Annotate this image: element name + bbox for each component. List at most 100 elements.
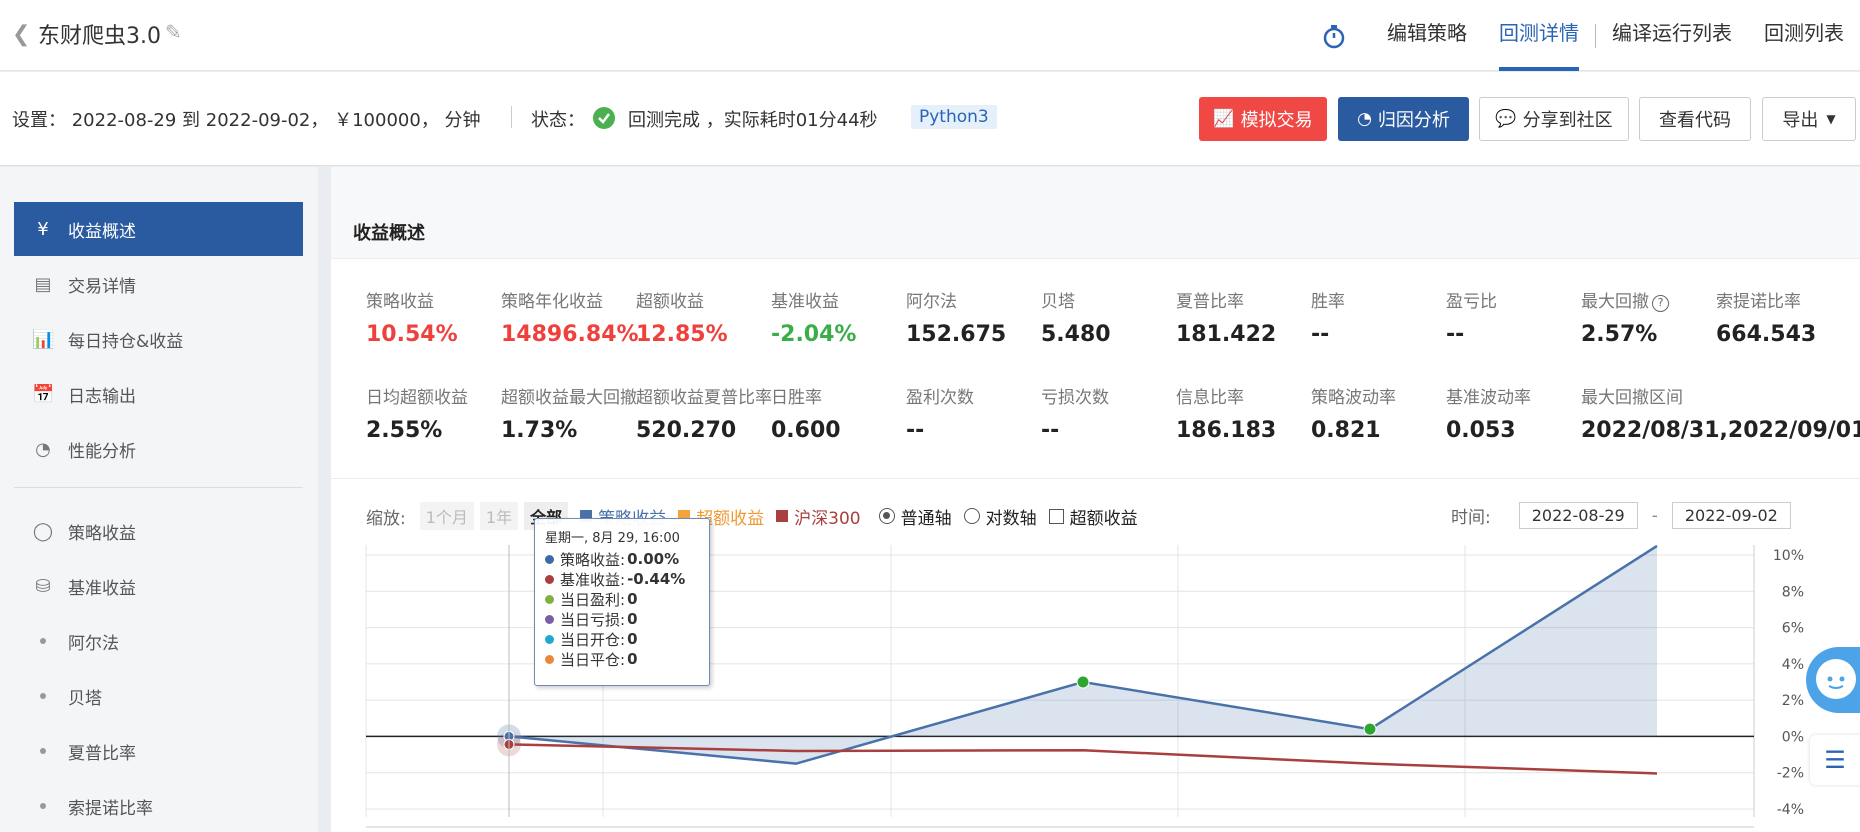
tooltip-row: 当日开仓: 0 [545,629,699,649]
edit-icon[interactable]: ✎ [165,20,182,44]
normal-axis-radio[interactable] [878,508,895,524]
sidebar-item-performance[interactable]: ◔ 性能分析 [14,422,303,476]
legend-csi300[interactable]: 沪深300 [776,504,861,529]
tooltip-dot [545,554,554,564]
metrics-divider [331,478,1860,479]
log-axis-radio[interactable] [963,508,980,524]
metric-label: 基准波动率 [1446,388,1531,408]
bar-chart-icon: 📈 [1213,109,1235,129]
metric-label: 超额收益最大回撤 [501,388,637,408]
simulate-trade-button[interactable]: 📈 模拟交易 [1199,97,1327,141]
back-icon[interactable]: ❮ [12,22,30,47]
sidebar-item-strategy-return[interactable]: ◯ 策略收益 [14,504,303,558]
tooltip-label: 基准收益: [560,570,626,589]
metric-info-ratio: 信息比率 186.183 [1176,383,1311,443]
help-icon[interactable]: ? [1652,295,1669,312]
sidebar-item-label: 策略收益 [68,523,136,544]
y-tick-label: 10% [1773,548,1804,564]
metric-excess-return: 超额收益 12.85% [636,287,771,347]
metric-label: 日均超额收益 [366,388,468,408]
export-button[interactable]: 导出 ▼ [1762,97,1856,141]
timer-icon[interactable] [1321,23,1347,49]
metric-value: -2.04% [771,322,857,347]
metric-benchmark-volatility: 基准波动率 0.053 [1446,383,1581,443]
metric-label: 策略年化收益 [501,292,603,312]
pie-chart-icon: ◔ [1357,109,1372,129]
benchmark-line [508,743,1658,775]
view-code-button[interactable]: 查看代码 [1639,97,1751,141]
sidebar-item-label: 性能分析 [68,441,136,462]
sidebar-item-benchmark-return[interactable]: ⛁ 基准收益 [14,559,303,613]
lightbulb-icon: ◯ [32,520,54,542]
metric-sharpe: 夏普比率 181.422 [1176,287,1311,347]
sidebar-item-daily-position[interactable]: 📊 每日持仓&收益 [14,312,303,366]
metric-value: -- [1311,322,1330,347]
sidebar-item-sortino[interactable]: 索提诺比率 [14,779,303,832]
sidebar-item-trade-detail[interactable]: ▤ 交易详情 [14,257,303,311]
metric-value: 2.55% [366,418,443,443]
metric-label: 信息比率 [1176,388,1244,408]
chart-controls: 缩放: 1个月 1年 全部 策略收益 超额收益 沪深300 普通轴 对数轴 超额… [366,502,1138,530]
tooltip-row: 当日盈利: 0 [545,589,699,609]
tab-backtest-list[interactable]: 回测列表 [1748,0,1860,71]
metric-label: 索提诺比率 [1716,292,1801,312]
excess-return-checkbox[interactable] [1048,508,1064,524]
settings-bar: 设置： 2022-08-29 到 2022-09-02， ￥100000， 分钟… [0,72,1860,166]
metric-win-rate: 胜率 -- [1311,287,1446,347]
status-text: 回测完成 ，实际耗时01分44秒 [628,110,878,131]
tooltip-dot [545,634,554,644]
zoom-1y-button[interactable]: 1年 [479,502,519,530]
y-tick-label: 2% [1782,693,1804,709]
sidebar-item-label: 贝塔 [68,688,102,709]
metric-strategy-return: 策略收益 10.54% [366,287,501,347]
metric-label: 基准收益 [771,292,839,312]
bullet-icon [40,748,46,754]
attribution-label: 归因分析 [1377,110,1450,131]
zoom-1m-button[interactable]: 1个月 [419,502,474,530]
log-axis-label: 对数轴 [985,508,1037,529]
tab-backtest-detail[interactable]: 回测详情 [1483,0,1595,71]
metric-value: 0.053 [1446,418,1516,443]
start-date-input[interactable]: 2022-08-29 [1518,502,1638,529]
tooltip-dot [545,654,554,664]
tab-compile-list[interactable]: 编译运行列表 [1596,0,1748,71]
tooltip-label: 当日开仓: [560,630,626,649]
excess-return-label: 超额收益 [1069,508,1138,529]
header-nav: 编辑策略 回测详情 编译运行列表 回测列表 [1321,0,1860,71]
tooltip-row: 策略收益: 0.00% [545,549,699,569]
share-label: 分享到社区 [1522,110,1613,131]
strategy-title: 东财爬虫3.0 [38,24,161,49]
check-circle-icon [593,107,615,129]
metric-value: -- [906,418,925,443]
sidebar-item-alpha[interactable]: 阿尔法 [14,614,303,668]
list-icon[interactable]: ☰ [1810,735,1860,785]
tooltip-header: 星期一, 8月 29, 16:00 [545,531,680,546]
chart-tooltip: 星期一, 8月 29, 16:00 策略收益: 0.00% 基准收益: -0.44% 当… [534,518,710,686]
date-separator: - [1651,505,1658,526]
metric-label: 策略收益 [366,292,434,312]
attribution-button[interactable]: ◔ 归因分析 [1338,97,1469,141]
share-button[interactable]: 💬 分享到社区 [1479,97,1629,141]
metric-label-text: 最大回撤 [1581,292,1649,312]
sidebar-item-label: 日志输出 [68,386,136,407]
sidebar-item-label: 每日持仓&收益 [68,331,184,352]
settings-summary: 设置： 2022-08-29 到 2022-09-02， ￥100000， 分钟 [12,110,481,131]
sidebar-item-sharpe[interactable]: 夏普比率 [14,724,303,778]
metric-excess-max-drawdown: 超额收益最大回撤 1.73% [501,383,637,443]
caret-down-icon: ▼ [1826,112,1836,126]
metric-label: 亏损次数 [1041,388,1109,408]
panel-header: 收益概述 [331,167,1860,259]
trend-chart-icon: 📊 [32,328,55,350]
sidebar-item-overview[interactable]: ¥ 收益概述 [14,202,303,256]
end-date-input[interactable]: 2022-09-02 [1671,502,1791,529]
metric-value: 186.183 [1176,418,1277,443]
sidebar-item-beta[interactable]: 贝塔 [14,669,303,723]
sidebar-item-log[interactable]: 📅 日志输出 [14,367,303,421]
metric-value: 0.821 [1311,418,1381,443]
export-label: 导出 [1782,110,1819,131]
simulate-trade-label: 模拟交易 [1240,110,1313,131]
tab-edit-strategy[interactable]: 编辑策略 [1371,0,1483,71]
tooltip-row: 当日亏损: 0 [545,609,699,629]
y-tick-label: 6% [1782,621,1804,637]
tooltip-value: -0.44% [627,570,686,588]
